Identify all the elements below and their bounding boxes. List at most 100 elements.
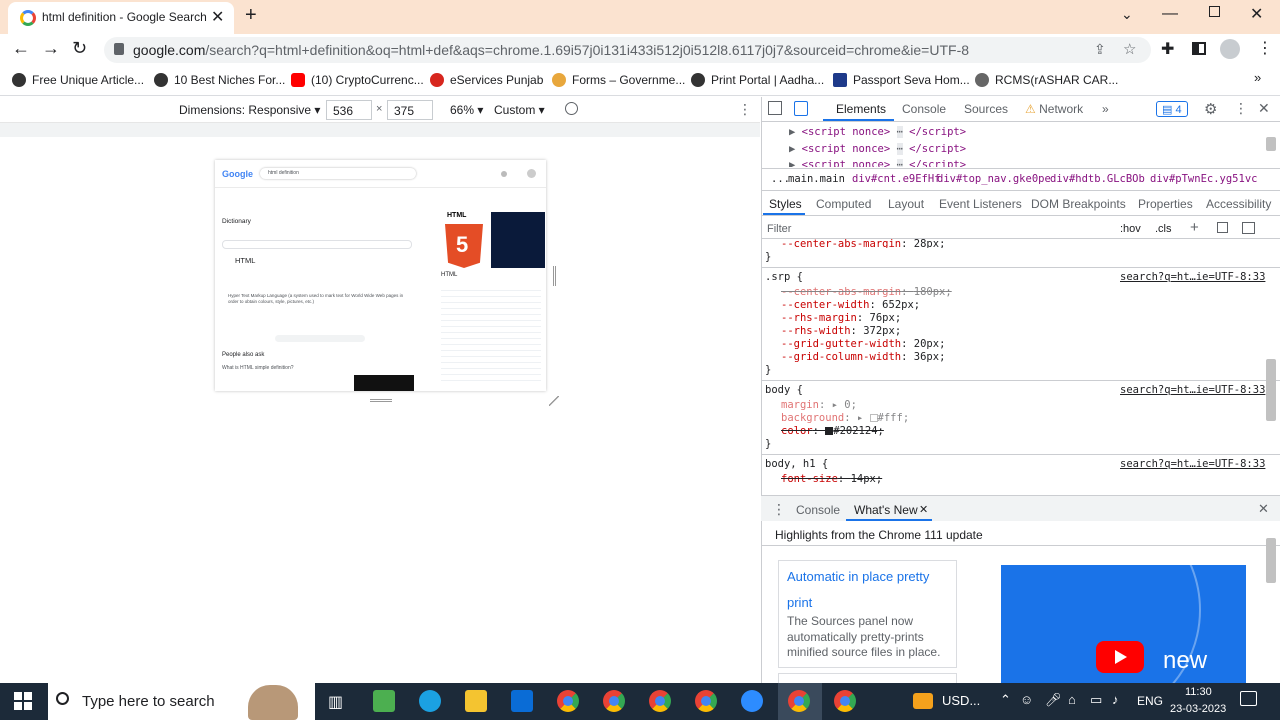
forward-icon[interactable]: → [42,38,60,59]
back-icon[interactable]: ← [12,38,30,59]
edge-app-icon[interactable] [419,690,441,712]
css-declaration[interactable]: --rhs-margin: 76px; [781,312,901,325]
breadcrumb-item[interactable]: div#top_nav.gke0pe [937,173,1051,185]
height-input[interactable]: 375 [387,100,433,120]
weather-text[interactable]: USD... [942,693,980,708]
taskbar-search-box[interactable]: Type here to search [48,683,315,720]
preview-resize-handle-bottom[interactable] [370,399,392,402]
bookmark-item[interactable]: (10) CryptoCurrenc... [291,71,424,89]
address-bar[interactable]: google.com/search?q=html+definition&oq=h… [104,37,1151,63]
chrome-app-icon[interactable] [649,690,671,712]
color-swatch[interactable] [869,414,878,422]
network-icon[interactable]: ⌂ [1068,692,1076,707]
css-declaration[interactable]: --center-width: 652px; [781,299,920,312]
dom-node-script[interactable]: ▶ <script nonce> ⋯ </script> [789,159,966,167]
preview-search-box[interactable]: html definition [260,168,416,179]
cls-toggle[interactable]: .cls [1155,223,1172,235]
battery-icon[interactable]: ▭ [1090,692,1102,708]
chrome-app-icon[interactable] [695,690,717,712]
tray-mic-icon[interactable]: 🎤︎ [1045,692,1062,708]
chrome-app-icon[interactable] [557,690,579,712]
feature-card[interactable]: Automatic in place pretty print The Sour… [778,560,957,668]
body-selector[interactable]: body { [765,384,803,397]
dom-node-script[interactable]: ▶ <script nonce> ⋯ </script> [789,143,966,156]
dictionary-search[interactable] [222,240,412,249]
breadcrumb-item[interactable]: main.main [788,173,845,185]
bookmark-item[interactable]: Passport Seva Hom... [833,71,970,89]
tray-chevron-icon[interactable]: ⌃ [1000,692,1011,708]
share-icon[interactable]: ⇪ [1094,41,1106,58]
inspect-element-icon[interactable] [768,101,782,115]
drawer-tab-console[interactable]: Console [796,503,840,517]
youtube-play-button[interactable] [1096,641,1144,673]
rotate-icon[interactable] [565,102,578,115]
weather-icon[interactable] [913,693,933,709]
styles-filter-input[interactable]: Filter [767,223,791,235]
hov-toggle[interactable]: :hov [1120,223,1141,235]
elements-scrollbar[interactable] [1266,137,1276,151]
throttle-dropdown[interactable]: Custom ▾ [494,103,545,117]
device-more-icon[interactable]: ⋮ [738,101,752,118]
css-declaration[interactable]: background: ▸ #fff; [781,412,909,425]
bookmark-item[interactable]: Free Unique Article... [12,71,144,89]
windows-start-icon[interactable] [14,692,32,710]
menu-icon[interactable]: ⋮ [1257,38,1273,58]
preview-resize-handle-corner[interactable] [549,396,559,406]
drawer-tab-whats-new[interactable]: What's New [854,503,918,517]
zoom-app-icon[interactable] [741,690,763,712]
zoom-dropdown[interactable]: 66% ▾ [450,103,483,117]
bookmarks-overflow-icon[interactable]: » [1254,70,1261,85]
maximize-button[interactable] [1209,6,1220,17]
tab-styles[interactable]: Styles [769,197,802,211]
tab-dom-breakpoints[interactable]: DOM Breakpoints [1031,197,1126,211]
page-preview[interactable]: Google html definition Dictionary HTML H… [215,160,546,391]
browser-tab[interactable]: html definition - Google Search ✕ [8,2,234,34]
more-tabs-icon[interactable]: » [1102,102,1109,116]
close-window-button[interactable]: ✕ [1250,4,1263,24]
notification-center-icon[interactable] [1240,691,1257,706]
tab-elements[interactable]: Elements [836,102,886,116]
drawer-scrollbar[interactable] [1266,538,1276,583]
drawer-menu-icon[interactable]: ⋮ [772,501,786,518]
side-panel-icon[interactable] [1192,42,1206,55]
translations-button[interactable] [275,335,365,342]
tab-computed[interactable]: Computed [816,197,871,211]
feature-card-next[interactable] [778,673,957,683]
close-whats-new-icon[interactable]: ✕ [919,503,928,516]
minimize-button[interactable]: — [1162,5,1178,23]
srp-source-link[interactable]: search?q=ht…ie=UTF-8:33 [1120,271,1265,283]
bookmark-item[interactable]: eServices Punjab [430,71,543,89]
css-declaration[interactable]: font-size: 14px; [781,473,882,486]
notepad-app-icon[interactable] [373,690,395,712]
settings-gear-icon[interactable]: ⚙ [1204,100,1217,118]
dom-node-script[interactable]: ▶ <script nonce> ⋯ </script> [789,126,966,139]
chrome-app-icon[interactable] [834,690,856,712]
clock-date[interactable]: 23-03-2023 [1170,703,1226,715]
chrome-app-icon-active[interactable] [788,690,810,712]
tab-search-icon[interactable]: ⌄ [1121,6,1133,23]
whats-new-video[interactable]: new [1001,565,1246,683]
tab-accessibility[interactable]: Accessibility [1206,197,1276,211]
new-tab-button[interactable]: + [245,4,257,27]
css-declaration[interactable]: --center-abs-margin: 28px; [781,238,945,248]
body-h1-selector[interactable]: body, h1 { [765,458,828,471]
tab-properties[interactable]: Properties [1138,197,1193,211]
close-devtools-icon[interactable]: ✕ [1258,100,1270,117]
issues-badge[interactable]: ▤ 4 [1156,101,1188,117]
body-h1-source-link[interactable]: search?q=ht…ie=UTF-8:33 [1120,458,1265,470]
body-source-link[interactable]: search?q=ht…ie=UTF-8:33 [1120,384,1265,396]
bookmark-star-icon[interactable]: ☆ [1123,40,1136,58]
tray-person-icon[interactable]: ☺ [1020,692,1033,707]
tab-event-listeners[interactable]: Event Listeners [939,197,1022,211]
preview-resize-handle-right[interactable] [553,266,556,286]
breadcrumb-item[interactable]: div#pTwnEc.yg51vc [1150,173,1257,185]
extensions-icon[interactable]: ✚ [1161,39,1174,59]
task-view-icon[interactable]: ▥ [328,692,343,712]
width-input[interactable]: 536 [326,100,372,120]
dimensions-dropdown[interactable]: Dimensions: Responsive ▾ [179,103,320,117]
css-declaration[interactable]: --grid-gutter-width: 20px; [781,338,945,351]
close-drawer-icon[interactable]: ✕ [1258,501,1269,517]
bookmark-item[interactable]: Print Portal | Aadha... [691,71,824,89]
chrome-app-icon[interactable] [603,690,625,712]
tab-network[interactable]: ⚠ Network [1025,102,1083,116]
